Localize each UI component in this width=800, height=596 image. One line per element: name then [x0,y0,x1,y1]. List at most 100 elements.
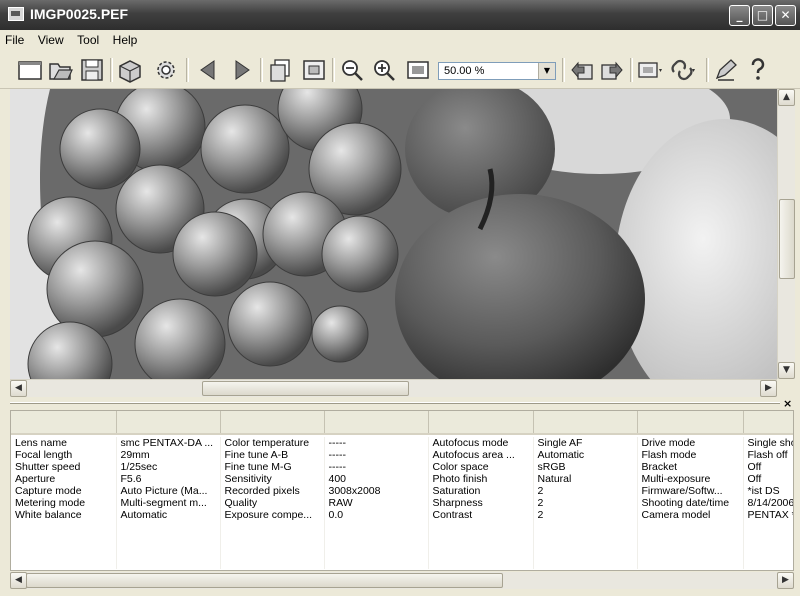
save-icon[interactable] [78,56,106,84]
info-value: 29mm [116,449,221,461]
info-label: Sensitivity [220,473,325,485]
rotate-left-icon[interactable] [568,56,596,84]
info-label: Multi-exposure [637,473,744,485]
new-window-icon[interactable] [16,56,44,84]
help-icon[interactable] [744,56,772,84]
horizontal-scrollbar[interactable]: ◀ ▶ [10,379,777,397]
column-header[interactable] [220,411,325,435]
next-icon[interactable] [228,56,256,84]
table-row [11,557,793,569]
info-label: Saturation [428,485,534,497]
scroll-thumb[interactable] [202,381,409,396]
open-icon[interactable] [46,56,74,84]
shooting-info-panel: Lens name smc PENTAX-DA ... Color temperat… [10,410,794,571]
scroll-thumb[interactable] [779,199,795,279]
scroll-down-button[interactable]: ▼ [778,362,795,379]
edit-icon[interactable] [712,56,740,84]
info-value: 3008x2008 [324,485,429,497]
info-value: Automatic [533,449,638,461]
panel-splitter[interactable]: × [0,397,800,410]
info-value: F5.6 [116,473,221,485]
compare-icon[interactable] [636,56,664,84]
info-label: Firmware/Softw... [637,485,744,497]
photo-viewer[interactable] [10,89,777,379]
minimize-button[interactable]: _ [729,5,750,26]
shooting-info-table: Lens name smc PENTAX-DA ... Color temperat… [11,411,793,569]
menu-tool[interactable]: Tool [72,30,104,47]
menu-bar: File View Tool Help [0,30,800,53]
info-label: White balance [11,509,117,521]
info-value: ----- [324,449,429,461]
column-header[interactable] [637,411,744,435]
toolbar: 50.00 % ▼ [0,52,800,89]
actual-size-icon[interactable] [404,56,432,84]
zoom-value: 50.00 % [444,65,485,77]
info-label: Flash mode [637,449,744,461]
info-value: 2 [533,497,638,509]
info-value: Automatic [116,509,221,521]
table-row [11,533,793,545]
close-icon[interactable]: × [783,397,792,410]
info-label: Shooting date/time [637,497,744,509]
info-value: 8/14/2006 [743,497,793,509]
table-row: Capture mode Auto Picture (Ma... Recorded … [11,485,793,497]
zoom-out-icon[interactable] [338,56,366,84]
vertical-scrollbar[interactable]: ▲ ▼ [777,89,795,379]
column-header[interactable] [743,411,793,435]
table-row: White balance Automatic Exposure compe... 0… [11,509,793,521]
info-label: Color space [428,461,534,473]
table-row: Metering mode Multi-segment m... Quality RA… [11,497,793,509]
link-icon[interactable] [668,56,696,84]
info-label: Capture mode [11,485,117,497]
rotate-right-icon[interactable] [598,56,626,84]
close-button[interactable]: ✕ [775,5,796,26]
info-label: Recorded pixels [220,485,325,497]
column-header[interactable] [116,411,221,435]
table-row: Aperture F5.6 Sensitivity 400 Photo finish Na… [11,473,793,485]
fit-window-icon[interactable] [300,56,328,84]
scroll-right-button[interactable]: ▶ [760,380,777,397]
title-bar[interactable]: IMGP0025.PEF _ □ ✕ [0,0,800,30]
info-value: Auto Picture (Ma... [116,485,221,497]
app-window: IMGP0025.PEF _ □ ✕ File View Tool Help 5… [0,0,800,596]
menu-help[interactable]: Help [108,30,143,47]
scroll-thumb[interactable] [26,573,503,588]
info-label: Shutter speed [11,461,117,473]
info-label: Metering mode [11,497,117,509]
settings-icon[interactable] [152,56,180,84]
box-icon[interactable] [116,56,144,84]
chevron-down-icon[interactable]: ▼ [538,63,555,79]
scroll-left-button[interactable]: ◀ [10,380,27,397]
info-value: *ist DS [743,485,793,497]
info-label: Drive mode [637,437,744,449]
info-label: Camera model [637,509,744,521]
table-horizontal-scrollbar[interactable]: ◀ ▶ [10,572,794,589]
zoom-select[interactable]: 50.00 % ▼ [438,62,556,80]
info-value: PENTAX *ist DS [743,509,793,521]
maximize-button[interactable]: □ [752,5,773,26]
column-header[interactable] [533,411,638,435]
column-header[interactable] [428,411,534,435]
column-header[interactable] [11,411,117,435]
column-header[interactable] [324,411,429,435]
info-value: Off [743,473,793,485]
info-label: Sharpness [428,497,534,509]
info-value: sRGB [533,461,638,473]
info-label: Focal length [11,449,117,461]
menu-file[interactable]: File [0,30,29,47]
info-value: Natural [533,473,638,485]
window-title: IMGP0025.PEF [30,6,129,22]
info-label: Fine tune M-G [220,461,325,473]
menu-view[interactable]: View [33,30,69,47]
info-label: Autofocus area ... [428,449,534,461]
table-row [11,521,793,533]
previous-icon[interactable] [194,56,222,84]
info-label: Aperture [11,473,117,485]
copy-icon[interactable] [266,56,294,84]
zoom-in-icon[interactable] [370,56,398,84]
info-label: Quality [220,497,325,509]
scroll-right-button[interactable]: ▶ [777,572,794,589]
info-value: Off [743,461,793,473]
scroll-left-button[interactable]: ◀ [10,572,27,589]
scroll-up-button[interactable]: ▲ [778,89,795,106]
